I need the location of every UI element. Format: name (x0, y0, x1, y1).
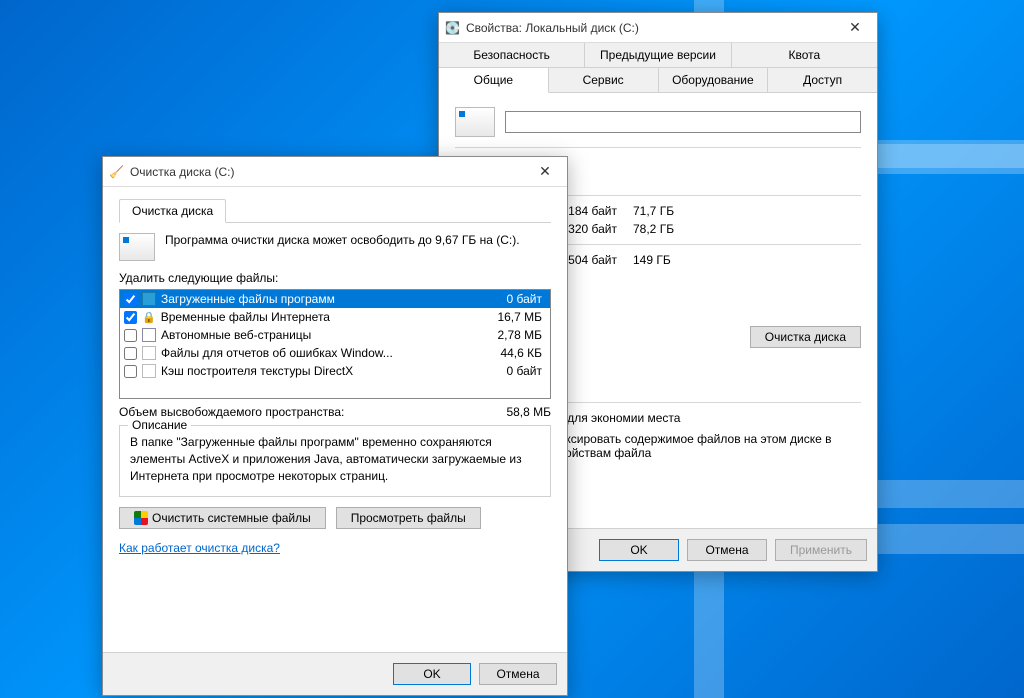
apply-button[interactable]: Применить (775, 539, 867, 561)
tab-sharing[interactable]: Доступ (768, 68, 877, 92)
tab-strip: Очистка диска (119, 199, 551, 223)
item-checkbox[interactable] (124, 311, 137, 324)
tab-cleanup[interactable]: Очистка диска (119, 199, 226, 223)
ok-button[interactable]: OK (393, 663, 471, 685)
item-size: 44,6 КБ (476, 346, 546, 360)
item-checkbox[interactable] (124, 329, 137, 342)
list-item[interactable]: Кэш построителя текстуры DirectX 0 байт (120, 362, 550, 380)
cancel-button[interactable]: Отмена (687, 539, 767, 561)
window-title: Очистка диска (C:) (130, 165, 523, 179)
item-name: Кэш построителя текстуры DirectX (161, 364, 471, 378)
item-name: Временные файлы Интернета (161, 310, 471, 324)
tab-security[interactable]: Безопасность (439, 43, 585, 67)
list-item[interactable]: Файлы для отчетов об ошибках Window... 4… (120, 344, 550, 362)
lock-icon: 🔒 (142, 311, 156, 324)
drive-label-input[interactable] (505, 111, 861, 133)
item-size: 2,78 МБ (476, 328, 546, 342)
titlebar[interactable]: 💽 Свойства: Локальный диск (C:) ✕ (439, 13, 877, 43)
globe-icon (142, 328, 156, 342)
item-size: 0 байт (476, 364, 546, 378)
tab-quota[interactable]: Квота (732, 43, 877, 67)
view-files-button[interactable]: Просмотреть файлы (336, 507, 481, 529)
tab-hardware[interactable]: Оборудование (659, 68, 769, 92)
document-icon (142, 364, 156, 378)
total-label: Объем высвобождаемого пространства: (119, 405, 506, 419)
tab-general[interactable]: Общие (439, 68, 549, 93)
close-icon[interactable]: ✕ (839, 16, 871, 40)
button-label: Очистить системные файлы (152, 511, 311, 525)
tabs-row-top: Безопасность Предыдущие версии Квота (439, 43, 877, 68)
item-name: Автономные веб-страницы (161, 328, 471, 342)
cancel-button[interactable]: Отмена (479, 663, 557, 685)
free-gb: 78,2 ГБ (633, 222, 693, 236)
item-size: 16,7 МБ (476, 310, 546, 324)
dialog-footer: OK Отмена (103, 652, 567, 695)
item-checkbox[interactable] (124, 347, 137, 360)
list-item[interactable]: Автономные веб-страницы 2,78 МБ (120, 326, 550, 344)
file-list[interactable]: Загруженные файлы программ 0 байт 🔒 Врем… (119, 289, 551, 399)
item-checkbox[interactable] (124, 365, 137, 378)
cap-gb: 149 ГБ (633, 253, 693, 267)
list-item[interactable]: 🔒 Временные файлы Интернета 16,7 МБ (120, 308, 550, 326)
tab-tools[interactable]: Сервис (549, 68, 659, 92)
item-name: Загруженные файлы программ (161, 292, 471, 306)
item-size: 0 байт (476, 292, 546, 306)
shield-icon (134, 511, 148, 525)
tabs-row-bottom: Общие Сервис Оборудование Доступ (439, 68, 877, 93)
drive-icon-small: 💽 (445, 21, 460, 35)
help-link[interactable]: Как работает очистка диска? (119, 541, 280, 555)
description-text: В папке "Загруженные файлы программ" вре… (130, 434, 540, 484)
disk-cleanup-button[interactable]: Очистка диска (750, 326, 861, 348)
cleanup-icon: 🧹 (109, 165, 124, 179)
document-icon (142, 346, 156, 360)
item-name: Файлы для отчетов об ошибках Window... (161, 346, 471, 360)
folder-icon (142, 292, 156, 306)
item-checkbox[interactable] (124, 293, 137, 306)
total-value: 58,8 МБ (506, 405, 551, 419)
close-icon[interactable]: ✕ (529, 160, 561, 184)
ok-button[interactable]: OK (599, 539, 679, 561)
list-item[interactable]: Загруженные файлы программ 0 байт (120, 290, 550, 308)
clean-system-files-button[interactable]: Очистить системные файлы (119, 507, 326, 529)
tab-previous-versions[interactable]: Предыдущие версии (585, 43, 731, 67)
description-legend: Описание (128, 418, 191, 432)
used-gb: 71,7 ГБ (633, 204, 693, 218)
delete-files-label: Удалить следующие файлы: (119, 271, 551, 285)
titlebar[interactable]: 🧹 Очистка диска (C:) ✕ (103, 157, 567, 187)
disk-cleanup-window: 🧹 Очистка диска (C:) ✕ Очистка диска Про… (102, 156, 568, 696)
drive-icon (455, 107, 495, 137)
cleanup-intro: Программа очистки диска может освободить… (165, 233, 520, 247)
drive-icon (119, 233, 155, 261)
description-group: Описание В папке "Загруженные файлы прог… (119, 425, 551, 497)
window-title: Свойства: Локальный диск (C:) (466, 21, 833, 35)
